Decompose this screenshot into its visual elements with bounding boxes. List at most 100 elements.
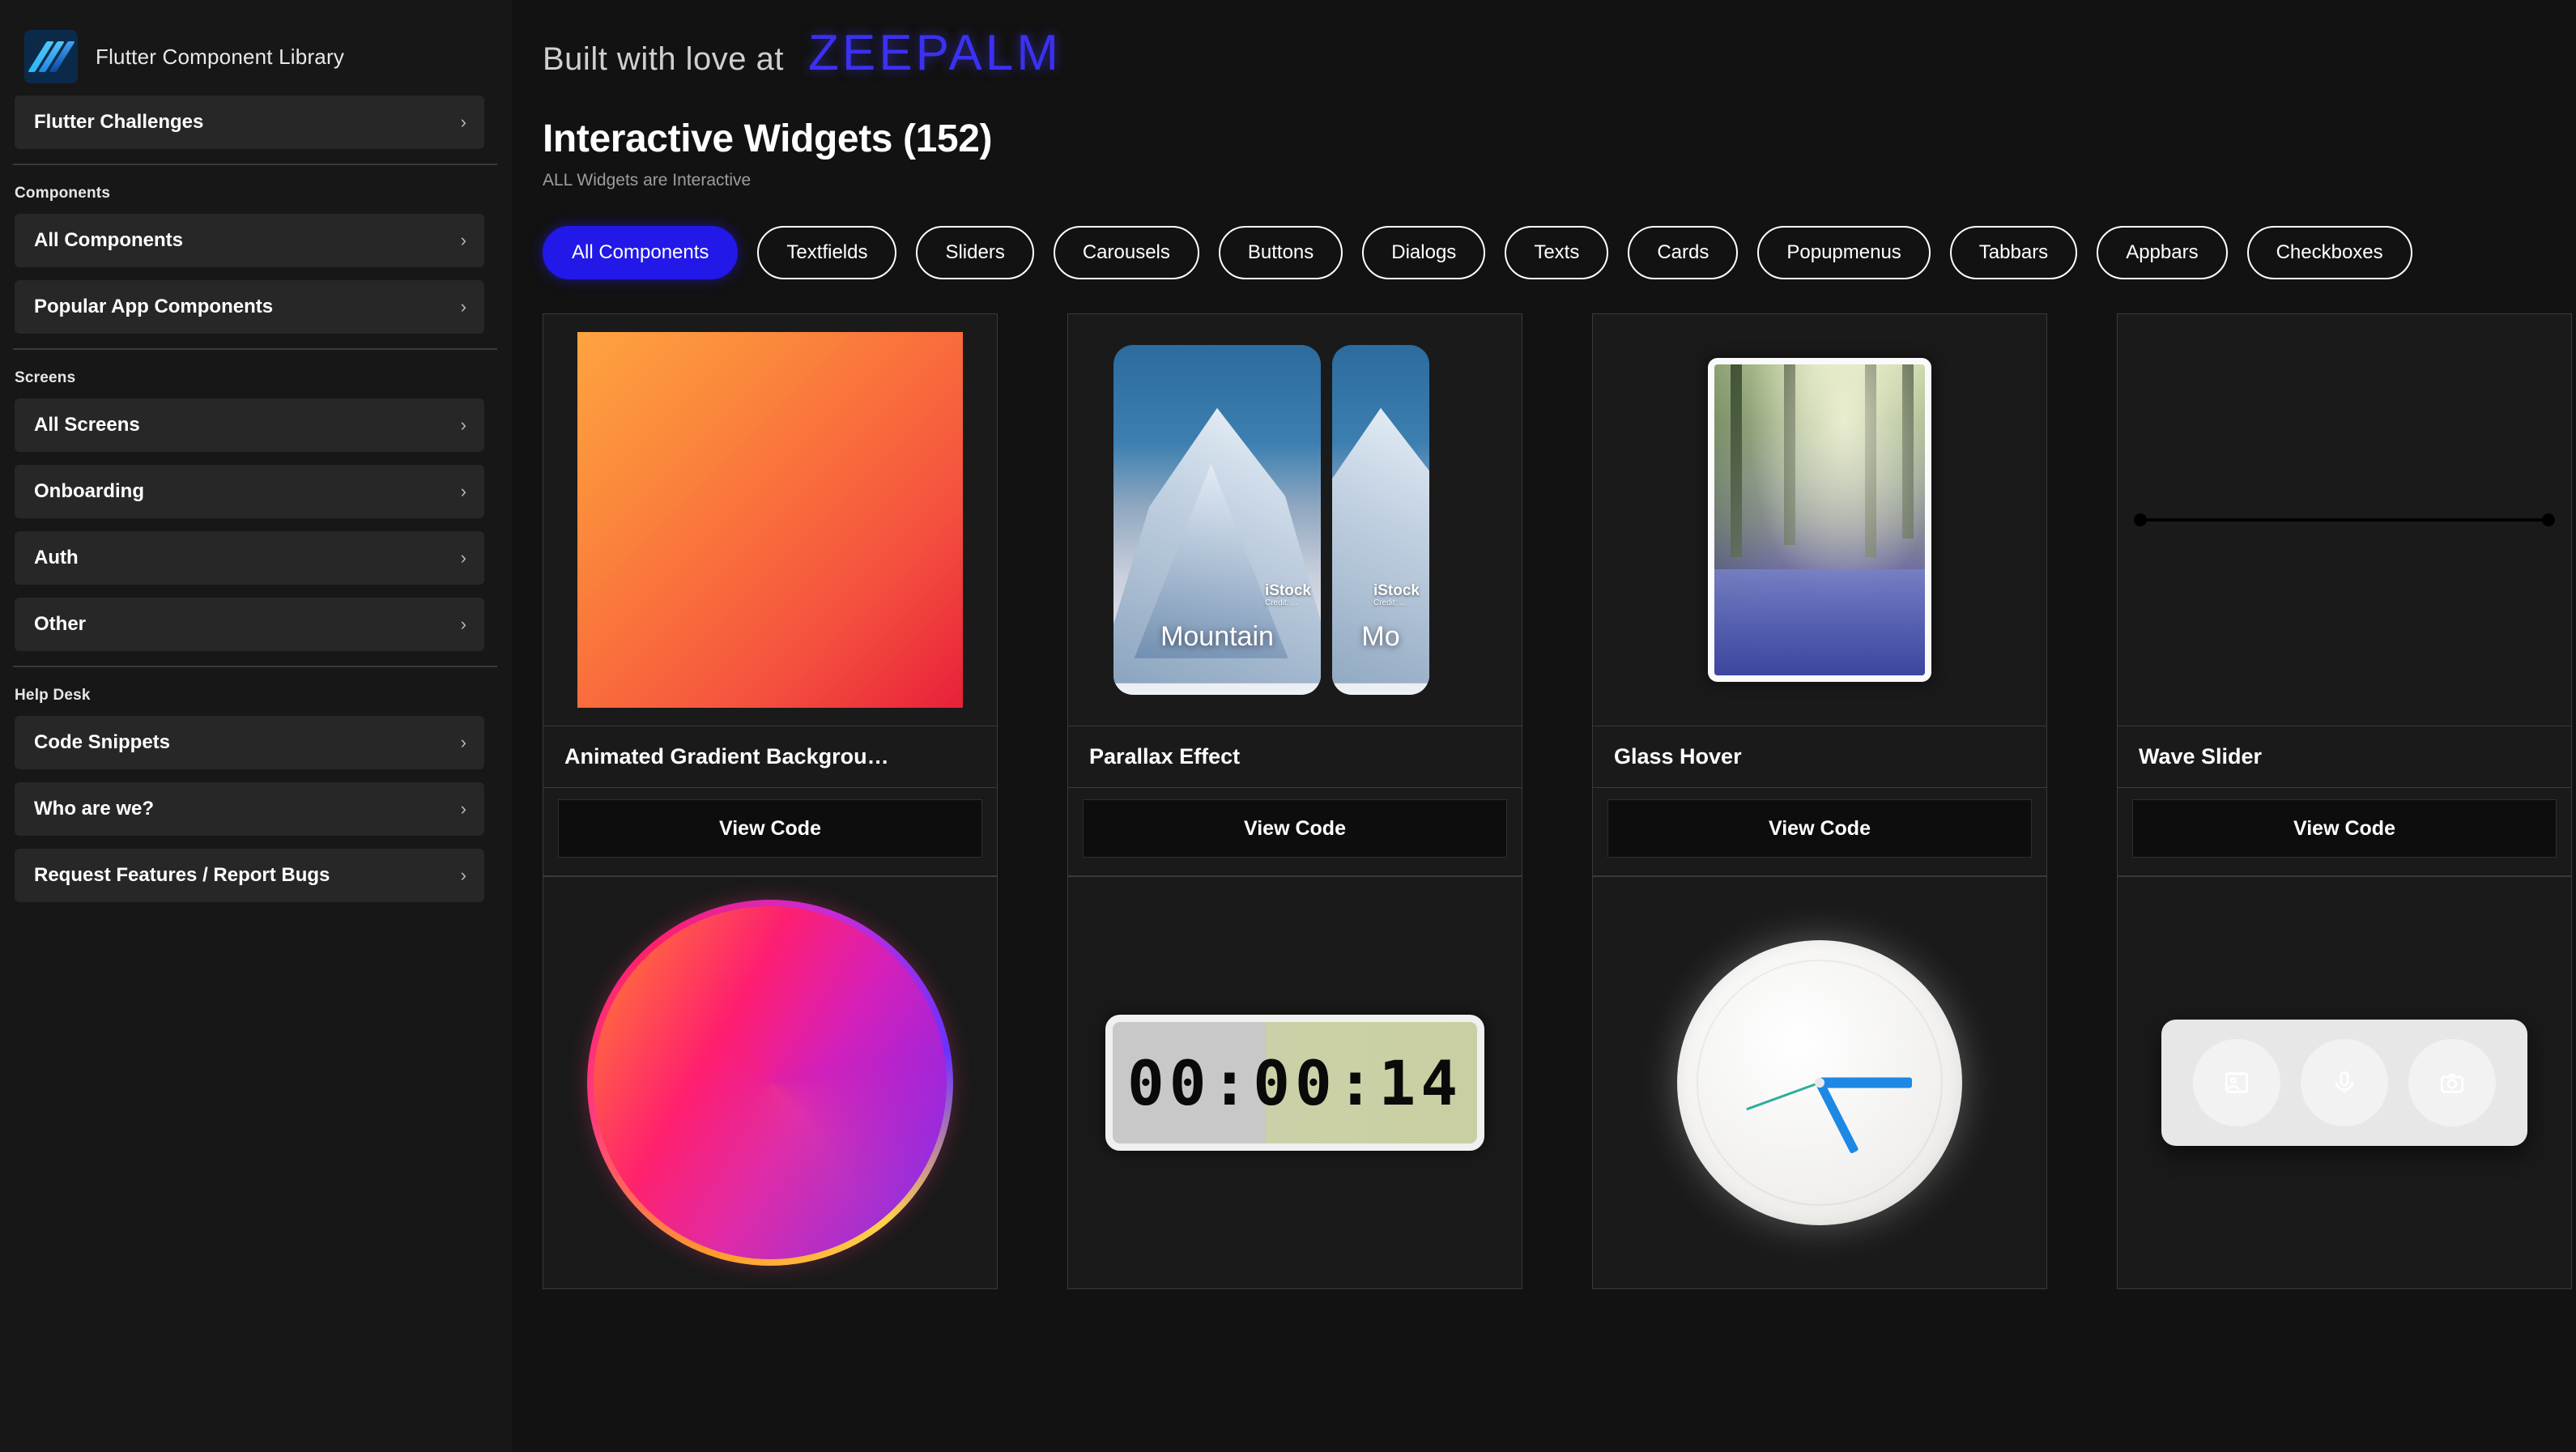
forest-water-overlay xyxy=(1714,569,1925,675)
card-title: Parallax Effect xyxy=(1068,726,1522,787)
filter-chip-tabbars[interactable]: Tabbars xyxy=(1949,226,2078,279)
card-preview xyxy=(543,877,997,1288)
card-footer: View Code xyxy=(1593,787,2046,875)
view-code-button[interactable]: View Code xyxy=(558,799,982,858)
slider-fill xyxy=(2135,518,2553,522)
filter-chip-sliders[interactable]: Sliders xyxy=(916,226,1034,279)
sidebar-item-label: Request Features / Report Bugs xyxy=(34,864,330,886)
wave-slider-preview[interactable] xyxy=(2118,513,2571,526)
filter-chip-textfields[interactable]: Textfields xyxy=(757,226,897,279)
sidebar-item-who-are-we[interactable]: Who are we? › xyxy=(15,782,484,836)
slider-thumb-end[interactable] xyxy=(2542,513,2555,526)
sidebar-item-request-features[interactable]: Request Features / Report Bugs › xyxy=(15,849,484,902)
sidebar-item-auth[interactable]: Auth › xyxy=(15,531,484,585)
sidebar-item-label: Auth xyxy=(34,547,79,568)
clock-minute-hand xyxy=(1820,1077,1912,1088)
app-root: Flutter Component Library Flutter Challe… xyxy=(0,0,2576,1452)
sidebar-item-label: Code Snippets xyxy=(34,731,171,753)
sidebar-item-label: Other xyxy=(34,613,87,635)
chevron-right-icon: › xyxy=(460,112,466,132)
card-preview: iStock Credit: ... Mountain iStock Credi… xyxy=(1068,314,1522,726)
chevron-right-icon: › xyxy=(460,296,466,317)
slider-thumb-start[interactable] xyxy=(2134,513,2147,526)
chevron-right-icon: › xyxy=(460,798,466,819)
sidebar: Flutter Component Library Flutter Challe… xyxy=(0,0,512,1452)
card-preview: 00:00:14 xyxy=(1068,877,1522,1288)
widget-card-digital-clock[interactable]: 00:00:14 xyxy=(1067,876,1522,1289)
sidebar-item-onboarding[interactable]: Onboarding › xyxy=(15,465,484,518)
card-title: Glass Hover xyxy=(1593,726,2046,787)
filter-chip-popupmenus[interactable]: Popupmenus xyxy=(1757,226,1931,279)
parallax-preview: iStock Credit: ... Mountain iStock Credi… xyxy=(1068,345,1522,695)
navbar-item-camera[interactable] xyxy=(2408,1039,2497,1126)
camera-icon xyxy=(2441,1073,2464,1093)
page-subtitle: ALL Widgets are Interactive xyxy=(543,171,752,189)
widget-card-glass-hover[interactable]: Glass Hover View Code xyxy=(1592,313,2047,876)
filter-chip-carousels[interactable]: Carousels xyxy=(1053,226,1199,279)
chevron-right-icon: › xyxy=(460,614,466,634)
sidebar-item-flutter-challenges[interactable]: Flutter Challenges › xyxy=(15,96,484,149)
chevron-right-icon: › xyxy=(460,732,466,752)
chevron-right-icon: › xyxy=(460,865,466,885)
promo-banner: Built with love at ZEEPALM xyxy=(512,0,2576,89)
digital-clock-time: 00:00:14 xyxy=(1126,1046,1463,1119)
card-footer: View Code xyxy=(543,787,997,875)
chevron-right-icon: › xyxy=(460,547,466,568)
card-footer: View Code xyxy=(2118,787,2571,875)
view-code-button[interactable]: View Code xyxy=(1607,799,2032,858)
sidebar-item-label: Onboarding xyxy=(34,480,144,502)
view-code-button[interactable]: View Code xyxy=(1083,799,1507,858)
sidebar-nav: Flutter Challenges › Components All Comp… xyxy=(0,96,512,902)
navbar-widget-preview[interactable] xyxy=(2161,1020,2527,1146)
sidebar-item-label: Flutter Challenges xyxy=(34,111,204,133)
filter-chip-cards[interactable]: Cards xyxy=(1628,226,1739,279)
parallax-slide-secondary: iStock Credit: ... Mo xyxy=(1332,345,1429,695)
sidebar-item-label: All Components xyxy=(34,229,183,251)
widget-card-parallax-effect[interactable]: iStock Credit: ... Mountain iStock Credi… xyxy=(1067,313,1522,876)
widget-card-wave-slider[interactable]: Wave Slider View Code xyxy=(2117,313,2572,876)
glass-hover-preview xyxy=(1708,358,1931,682)
parallax-slide-label: Mo xyxy=(1361,621,1400,652)
sidebar-item-code-snippets[interactable]: Code Snippets › xyxy=(15,716,484,769)
card-footer: View Code xyxy=(1068,787,1522,875)
chevron-right-icon: › xyxy=(460,415,466,435)
card-title: Wave Slider xyxy=(2118,726,2571,787)
animated-gradient-preview xyxy=(577,332,963,708)
istock-watermark-sub: Credit: ... xyxy=(1373,598,1407,607)
sidebar-item-other[interactable]: Other › xyxy=(15,598,484,651)
navbar-item-mic[interactable] xyxy=(2300,1039,2388,1126)
widget-card-navbar[interactable] xyxy=(2117,876,2572,1289)
filter-chip-buttons[interactable]: Buttons xyxy=(1218,226,1343,279)
navbar-item-contact[interactable] xyxy=(2192,1039,2280,1126)
sidebar-section-label-screens: Screens xyxy=(15,369,76,386)
filter-chip-all-components[interactable]: All Components xyxy=(543,226,739,279)
clock-center-pin xyxy=(1815,1078,1824,1088)
filter-chip-texts[interactable]: Texts xyxy=(1505,226,1609,279)
filter-chip-dialogs[interactable]: Dialogs xyxy=(1362,226,1486,279)
card-preview xyxy=(543,314,997,726)
brand-title: Flutter Component Library xyxy=(96,44,345,69)
card-preview xyxy=(2118,314,2571,726)
sidebar-item-label: Popular App Components xyxy=(34,296,274,317)
istock-watermark-text: iStock xyxy=(1373,581,1420,599)
sidebar-item-popular-app-components[interactable]: Popular App Components › xyxy=(15,280,484,334)
sidebar-item-all-components[interactable]: All Components › xyxy=(15,214,484,267)
sidebar-item-all-screens[interactable]: All Screens › xyxy=(15,398,484,452)
filter-chip-appbars[interactable]: Appbars xyxy=(2097,226,2228,279)
widget-grid: Animated Gradient Backgrou… View Code iS… xyxy=(512,279,2576,1289)
card-preview xyxy=(2118,877,2571,1288)
istock-watermark-sub: Credit: ... xyxy=(1264,598,1298,607)
card-preview xyxy=(1593,314,2046,726)
filter-chip-checkboxes[interactable]: Checkboxes xyxy=(2246,226,2412,279)
sidebar-item-label: Who are we? xyxy=(34,798,155,820)
istock-watermark-text: iStock xyxy=(1264,581,1311,599)
widget-card-gradient-circle[interactable] xyxy=(543,876,998,1289)
widget-card-analog-clock[interactable] xyxy=(1592,876,2047,1289)
contact-card-icon xyxy=(2225,1072,2248,1093)
widget-card-animated-gradient[interactable]: Animated Gradient Backgrou… View Code xyxy=(543,313,998,876)
view-code-button[interactable]: View Code xyxy=(2132,799,2557,858)
slider-track[interactable] xyxy=(2134,513,2555,526)
istock-watermark: iStock Credit: ... xyxy=(1373,581,1420,607)
analog-clock-preview xyxy=(1677,940,1962,1225)
card-preview xyxy=(1593,877,2046,1288)
